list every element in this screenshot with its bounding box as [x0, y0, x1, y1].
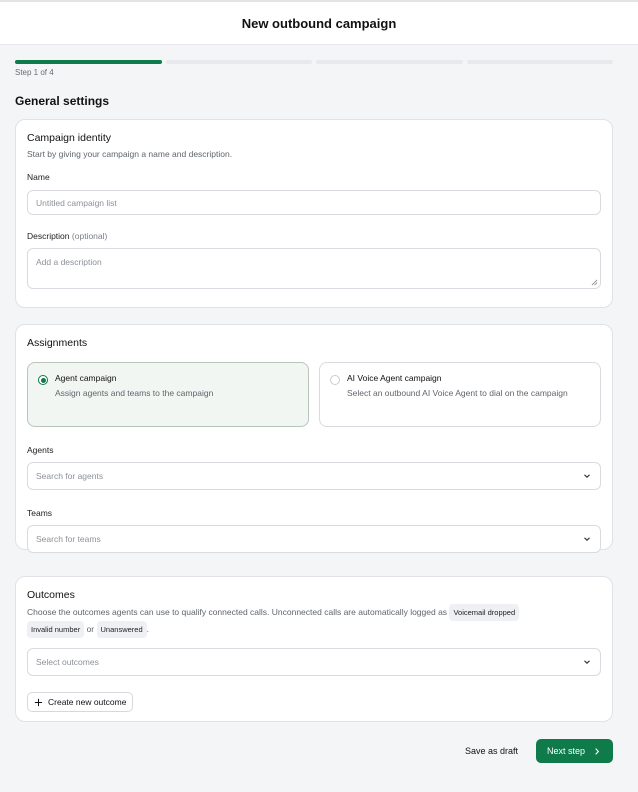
- teams-select[interactable]: Search for teams: [27, 525, 601, 553]
- save-draft-button[interactable]: Save as draft: [465, 746, 518, 756]
- option-description: Select an outbound AI Voice Agent to dia…: [347, 388, 568, 398]
- progress-segment-3: [316, 60, 463, 64]
- page-title: New outbound campaign: [241, 15, 397, 31]
- teams-placeholder: Search for teams: [36, 534, 101, 544]
- outcomes-select[interactable]: Select outcomes: [27, 648, 601, 676]
- chevron-down-icon: [584, 537, 590, 541]
- unanswered-chip: Unanswered: [96, 621, 147, 638]
- chevron-down-icon: [584, 474, 590, 478]
- progress-segment-1: [15, 60, 162, 64]
- chevron-down-icon: [584, 660, 590, 664]
- campaign-type-options: Agent campaign Assign agents and teams t…: [27, 362, 601, 427]
- option-title: Agent campaign: [55, 373, 117, 383]
- identity-title: Campaign identity: [27, 132, 112, 144]
- create-outcome-label: Create new outcome: [48, 697, 127, 707]
- outcomes-description: Choose the outcomes agents can use to qu…: [27, 604, 601, 638]
- main-content: Step 1 of 4 General settings Campaign id…: [0, 45, 638, 763]
- ai-voice-agent-option[interactable]: AI Voice Agent campaign Select an outbou…: [319, 362, 601, 427]
- progress-segment-4: [466, 60, 613, 64]
- identity-subtitle: Start by giving your campaign a name and…: [27, 149, 233, 159]
- voicemail-dropped-chip: Voicemail dropped: [449, 604, 520, 621]
- step-progress-bar: [15, 60, 613, 64]
- chevron-right-icon: [595, 747, 600, 755]
- progress-segment-2: [165, 60, 312, 64]
- plus-icon: [34, 698, 43, 706]
- agent-campaign-radio[interactable]: [38, 375, 48, 385]
- next-step-button[interactable]: Next step: [535, 739, 613, 763]
- outcomes-card: Outcomes Choose the outcomes agents can …: [15, 576, 613, 722]
- name-input[interactable]: Untitled campaign list: [27, 190, 601, 215]
- option-title: AI Voice Agent campaign: [347, 373, 442, 383]
- agents-placeholder: Search for agents: [36, 471, 104, 481]
- outcomes-description-text: Choose the outcomes agents can use to qu…: [27, 607, 448, 617]
- section-title: General settings: [15, 94, 110, 108]
- assignments-title: Assignments: [27, 337, 88, 349]
- ai-voice-agent-radio[interactable]: [330, 375, 340, 385]
- name-label: Name: [27, 172, 50, 182]
- invalid-number-chip: Invalid number: [27, 621, 85, 638]
- create-outcome-button[interactable]: Create new outcome: [27, 692, 134, 712]
- description-textarea[interactable]: Add a description: [27, 248, 601, 289]
- agents-label: Agents: [27, 445, 54, 455]
- option-description: Assign agents and teams to the campaign: [55, 388, 214, 398]
- page-header: New outbound campaign: [0, 2, 638, 45]
- teams-label: Teams: [27, 508, 53, 518]
- description-label: Description (optional): [27, 231, 601, 241]
- footer-actions: Save as draft Next step: [15, 739, 613, 763]
- resize-grip-icon[interactable]: [591, 279, 598, 286]
- description-label-text: Description: [27, 231, 70, 241]
- create-outcome-row: Create new outcome: [27, 692, 601, 712]
- or-text: or: [86, 624, 95, 634]
- period-text: .: [146, 624, 149, 634]
- optional-tag: (optional): [71, 231, 108, 241]
- outcomes-title: Outcomes: [27, 589, 75, 601]
- step-label: Step 1 of 4: [15, 68, 54, 77]
- agent-campaign-option[interactable]: Agent campaign Assign agents and teams t…: [27, 362, 309, 427]
- description-placeholder: Add a description: [36, 257, 102, 267]
- outcomes-placeholder: Select outcomes: [36, 657, 99, 667]
- agents-select[interactable]: Search for agents: [27, 462, 601, 490]
- assignments-card: Assignments Agent campaign Assign agents…: [15, 324, 613, 553]
- next-step-label: Next step: [546, 746, 585, 756]
- campaign-identity-card: Campaign identity Start by giving your c…: [15, 119, 613, 308]
